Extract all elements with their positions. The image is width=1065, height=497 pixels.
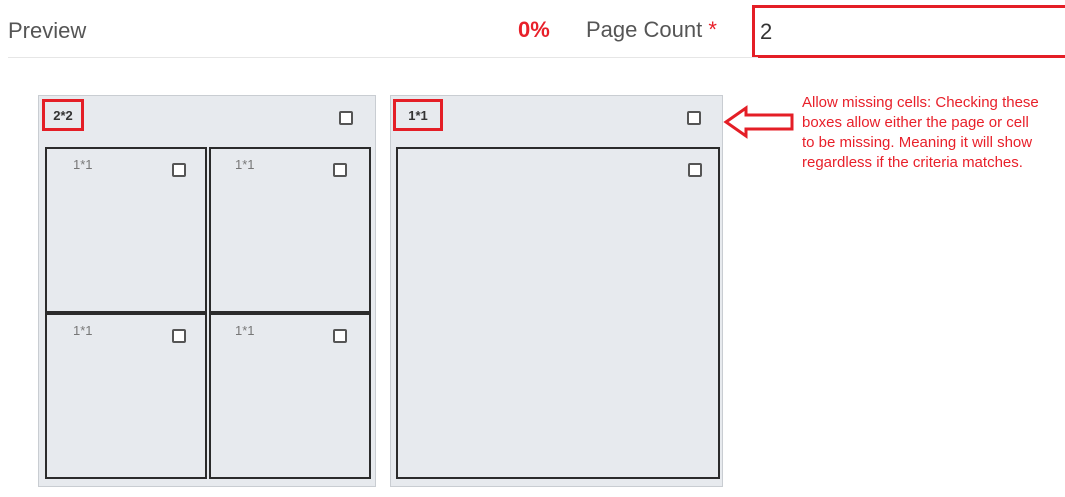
page-title: Preview bbox=[8, 18, 87, 43]
cell: 1*1 bbox=[45, 147, 207, 313]
allow-missing-cell-checkbox[interactable] bbox=[688, 163, 702, 177]
page-count-label: Page Count * bbox=[586, 17, 717, 43]
allow-missing-page-checkbox[interactable] bbox=[339, 111, 353, 125]
page-header: 1*1 bbox=[391, 96, 722, 144]
cell: 1*1 bbox=[209, 147, 371, 313]
header-divider bbox=[8, 57, 758, 58]
allow-missing-cell-checkbox[interactable] bbox=[172, 329, 186, 343]
page-count-input[interactable] bbox=[752, 5, 1065, 58]
page-count-label-text: Page Count bbox=[586, 17, 709, 42]
cell-dims-label: 1*1 bbox=[73, 157, 93, 172]
page-dims-highlight: 1*1 bbox=[393, 99, 443, 131]
allow-missing-page-checkbox[interactable] bbox=[687, 111, 701, 125]
allow-missing-cell-checkbox[interactable] bbox=[333, 329, 347, 343]
cell-dims-label: 1*1 bbox=[73, 323, 93, 338]
cell-dims-label: 1*1 bbox=[235, 323, 255, 338]
cell: 1*1 bbox=[45, 313, 207, 479]
required-asterisk: * bbox=[708, 17, 717, 42]
page-card-1: 2*2 1*1 1*1 1*1 1*1 bbox=[38, 95, 376, 487]
cell-dims-label: 1*1 bbox=[235, 157, 255, 172]
page-dims-highlight: 2*2 bbox=[42, 99, 84, 131]
cell bbox=[396, 147, 720, 479]
annotation-note: Allow missing cells: Checking these boxe… bbox=[802, 94, 1039, 171]
left-arrow-icon bbox=[723, 105, 794, 139]
allow-missing-cell-checkbox[interactable] bbox=[333, 163, 347, 177]
allow-missing-cell-checkbox[interactable] bbox=[172, 163, 186, 177]
progress-percent: 0% bbox=[518, 17, 550, 42]
page-dims-label: 2*2 bbox=[53, 107, 73, 123]
page-card-2: 1*1 bbox=[390, 95, 723, 487]
page-header: 2*2 bbox=[39, 96, 375, 144]
cell: 1*1 bbox=[209, 313, 371, 479]
page-dims-label: 1*1 bbox=[408, 107, 428, 123]
